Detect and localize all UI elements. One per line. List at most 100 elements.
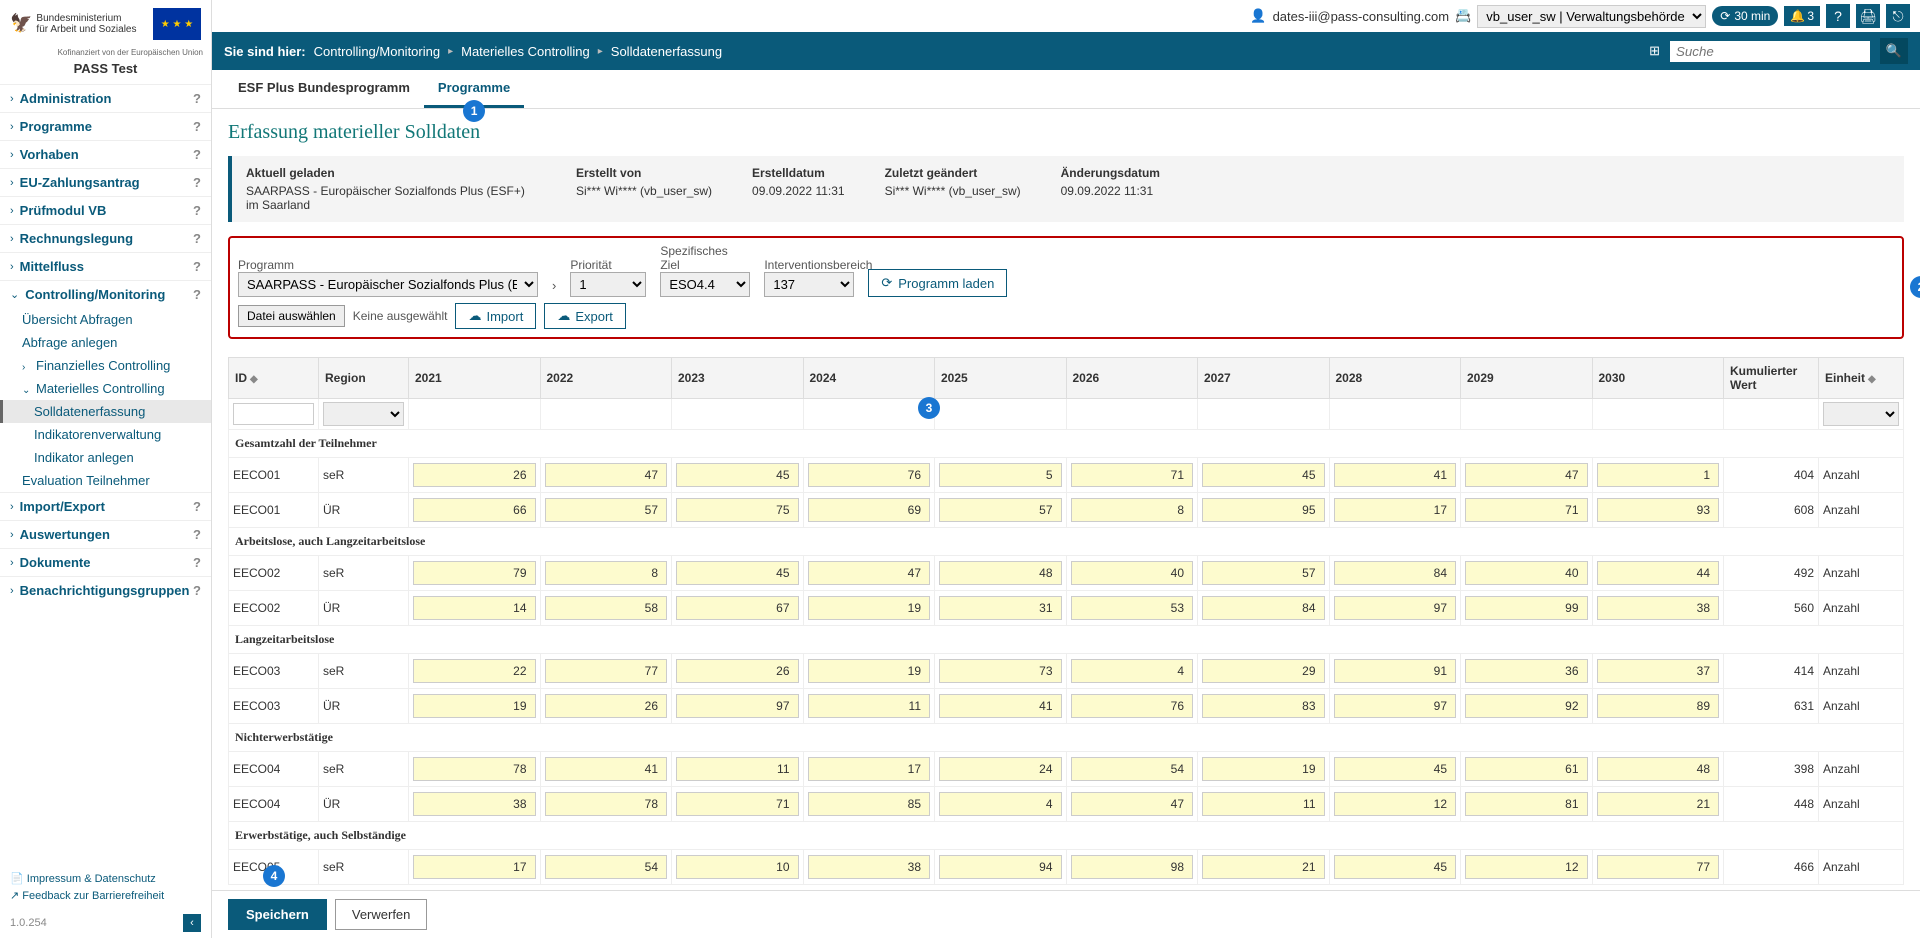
value-input[interactable]: 24: [939, 757, 1062, 781]
value-input[interactable]: 89: [1597, 694, 1720, 718]
value-input[interactable]: 73: [939, 659, 1062, 683]
col-2023[interactable]: 2023: [672, 358, 804, 399]
value-input[interactable]: 26: [676, 659, 799, 683]
help-icon[interactable]: ?: [193, 527, 201, 542]
nav-programme[interactable]: ›Programme?: [0, 112, 211, 140]
nav-eu-zahlungsantrag[interactable]: ›EU-Zahlungsantrag?: [0, 168, 211, 196]
value-input[interactable]: 41: [1334, 463, 1457, 487]
value-input[interactable]: 41: [545, 757, 668, 781]
col-id[interactable]: ID◆: [229, 358, 319, 399]
nav-abfrage-anlegen[interactable]: Abfrage anlegen: [0, 331, 211, 354]
value-input[interactable]: 91: [1334, 659, 1457, 683]
crumb-materielles[interactable]: Materielles Controlling: [461, 44, 590, 59]
value-input[interactable]: 53: [1071, 596, 1194, 620]
spez-ziel-select[interactable]: ESO4.4: [660, 272, 750, 297]
value-input[interactable]: 45: [676, 561, 799, 585]
value-input[interactable]: 37: [1597, 659, 1720, 683]
col-2024[interactable]: 2024: [803, 358, 935, 399]
value-input[interactable]: 5: [939, 463, 1062, 487]
value-input[interactable]: 17: [808, 757, 931, 781]
nav-rechnungslegung[interactable]: ›Rechnungslegung?: [0, 224, 211, 252]
help-icon[interactable]: ?: [193, 175, 201, 190]
value-input[interactable]: 45: [1202, 463, 1325, 487]
value-input[interactable]: 14: [413, 596, 536, 620]
help-icon[interactable]: ?: [193, 555, 201, 570]
search-input[interactable]: [1670, 41, 1870, 62]
value-input[interactable]: 71: [1071, 463, 1194, 487]
value-input[interactable]: 38: [413, 792, 536, 816]
help-icon[interactable]: ?: [193, 499, 201, 514]
import-button[interactable]: ☁Import: [455, 303, 536, 329]
value-input[interactable]: 76: [1071, 694, 1194, 718]
value-input[interactable]: 48: [939, 561, 1062, 585]
value-input[interactable]: 44: [1597, 561, 1720, 585]
help-icon[interactable]: ?: [193, 231, 201, 246]
col-2029[interactable]: 2029: [1461, 358, 1593, 399]
programm-select[interactable]: SAARPASS - Europäischer Sozialfonds Plus…: [238, 272, 538, 297]
value-input[interactable]: 4: [1071, 659, 1194, 683]
value-input[interactable]: 11: [1202, 792, 1325, 816]
nav-indikator-anlegen[interactable]: Indikator anlegen: [0, 446, 211, 469]
speichern-button[interactable]: Speichern: [228, 899, 327, 930]
value-input[interactable]: 47: [1465, 463, 1588, 487]
logout-button[interactable]: ⎋: [1886, 4, 1910, 28]
nav-solldatenerfassung[interactable]: Solldatenerfassung: [0, 400, 211, 423]
value-input[interactable]: 47: [545, 463, 668, 487]
value-input[interactable]: 40: [1465, 561, 1588, 585]
value-input[interactable]: 99: [1465, 596, 1588, 620]
col-einheit[interactable]: Einheit◆: [1819, 358, 1904, 399]
help-icon[interactable]: ?: [193, 119, 201, 134]
col-2028[interactable]: 2028: [1329, 358, 1461, 399]
programm-laden-button[interactable]: ⟳Programm laden: [868, 269, 1007, 297]
feedback-link[interactable]: ↗ Feedback zur Barrierefreiheit: [10, 887, 201, 904]
value-input[interactable]: 45: [1334, 855, 1457, 879]
value-input[interactable]: 19: [1202, 757, 1325, 781]
value-input[interactable]: 21: [1597, 792, 1720, 816]
value-input[interactable]: 12: [1465, 855, 1588, 879]
col-region[interactable]: Region: [319, 358, 409, 399]
value-input[interactable]: 8: [545, 561, 668, 585]
notifications-button[interactable]: 🔔3: [1784, 6, 1820, 26]
value-input[interactable]: 61: [1465, 757, 1588, 781]
role-select[interactable]: vb_user_sw | Verwaltungsbehörde: [1477, 5, 1706, 28]
value-input[interactable]: 19: [413, 694, 536, 718]
value-input[interactable]: 71: [676, 792, 799, 816]
collapse-sidebar-button[interactable]: ‹: [183, 914, 201, 932]
value-input[interactable]: 12: [1334, 792, 1457, 816]
value-input[interactable]: 97: [1334, 596, 1457, 620]
value-input[interactable]: 48: [1597, 757, 1720, 781]
value-input[interactable]: 69: [808, 498, 931, 522]
help-button[interactable]: ?: [1826, 4, 1850, 28]
value-input[interactable]: 26: [545, 694, 668, 718]
value-input[interactable]: 97: [1334, 694, 1457, 718]
tab-esf-plus[interactable]: ESF Plus Bundesprogramm: [224, 70, 424, 108]
help-icon[interactable]: ?: [193, 203, 201, 218]
nav-administration[interactable]: ›Administration?: [0, 84, 211, 112]
help-icon[interactable]: ?: [193, 259, 201, 274]
value-input[interactable]: 77: [545, 659, 668, 683]
help-icon[interactable]: ?: [193, 91, 201, 106]
nav-import-export[interactable]: ›Import/Export?: [0, 492, 211, 520]
value-input[interactable]: 54: [1071, 757, 1194, 781]
filter-region-select[interactable]: [323, 402, 404, 426]
value-input[interactable]: 57: [1202, 561, 1325, 585]
impressum-link[interactable]: 📄 Impressum & Datenschutz: [10, 870, 201, 887]
value-input[interactable]: 47: [808, 561, 931, 585]
filter-einheit-select[interactable]: [1823, 402, 1899, 426]
nav-mittelfluss[interactable]: ›Mittelfluss?: [0, 252, 211, 280]
nav-dokumente[interactable]: ›Dokumente?: [0, 548, 211, 576]
value-input[interactable]: 21: [1202, 855, 1325, 879]
nav-pruefmodul-vb[interactable]: ›Prüfmodul VB?: [0, 196, 211, 224]
filter-id-input[interactable]: [233, 403, 314, 425]
value-input[interactable]: 85: [808, 792, 931, 816]
crumb-controlling[interactable]: Controlling/Monitoring: [314, 44, 440, 59]
nav-uebersicht-abfragen[interactable]: Übersicht Abfragen: [0, 308, 211, 331]
col-2030[interactable]: 2030: [1592, 358, 1724, 399]
nav-evaluation-teilnehmer[interactable]: Evaluation Teilnehmer: [0, 469, 211, 492]
value-input[interactable]: 97: [676, 694, 799, 718]
print-button[interactable]: 🖨: [1856, 4, 1880, 28]
value-input[interactable]: 29: [1202, 659, 1325, 683]
value-input[interactable]: 36: [1465, 659, 1588, 683]
value-input[interactable]: 38: [808, 855, 931, 879]
export-button[interactable]: ☁Export: [544, 303, 626, 329]
